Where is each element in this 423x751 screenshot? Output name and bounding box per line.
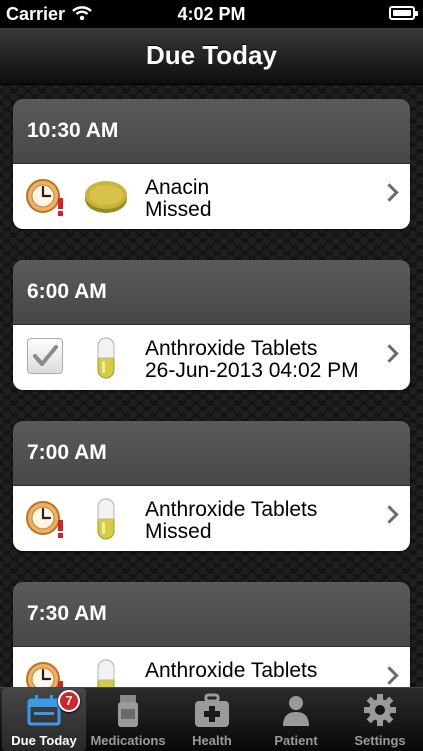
dose-taken-time: 26-Jun-2013 04:02 PM <box>145 359 359 382</box>
battery-icon <box>389 6 418 20</box>
dose-time: 7:30 AM <box>27 602 107 625</box>
tab-patient[interactable]: Patient <box>254 688 338 751</box>
tab-bar: 7 Due Today Medications Health Patient S… <box>0 687 423 751</box>
dose-time: 7:00 AM <box>27 441 107 464</box>
tab-settings[interactable]: Settings <box>338 688 422 751</box>
tab-label: Health <box>192 733 232 748</box>
medication-name: Anthroxide Tablets <box>145 498 318 521</box>
dose-card: 7:30 AM Anthroxide Tablets <box>13 582 410 687</box>
dose-time-header: 7:30 AM <box>13 582 410 647</box>
first-aid-kit-icon <box>192 692 232 728</box>
pill-bottle-icon <box>108 692 148 728</box>
page-title: Due Today <box>146 40 277 70</box>
dose-time: 6:00 AM <box>27 280 107 303</box>
tab-label: Settings <box>354 733 406 748</box>
missed-clock-icon <box>25 176 67 218</box>
tablet-icon <box>83 174 129 220</box>
dose-info: Anthroxide Tablets 26-Jun-2013 04:02 PM <box>145 338 359 382</box>
chevron-right-icon <box>380 183 399 202</box>
tab-label: Patient <box>274 733 318 748</box>
dose-row[interactable]: Anacin Missed <box>13 164 410 229</box>
dose-status: Missed <box>145 198 212 221</box>
dose-row[interactable]: Anthroxide Tablets <box>13 647 410 687</box>
chevron-right-icon <box>380 666 399 685</box>
dose-info: Anthroxide Tablets Missed <box>145 499 317 543</box>
missed-clock-icon <box>25 659 67 687</box>
dose-status: Missed <box>145 520 212 543</box>
capsule-icon <box>83 335 129 381</box>
clock: 4:02 PM <box>177 4 246 24</box>
dose-time: 10:30 AM <box>27 119 119 142</box>
dose-time-header: 10:30 AM <box>13 99 410 164</box>
person-icon <box>276 692 316 728</box>
chevron-right-icon <box>380 505 399 524</box>
dose-row[interactable]: Anthroxide Tablets Missed <box>13 486 410 551</box>
dose-card: 6:00 AM Anthroxide Tablets 26-Jun-2013 0… <box>13 260 410 390</box>
due-count-badge: 7 <box>58 690 80 712</box>
dose-info: Anacin Missed <box>145 177 212 221</box>
capsule-icon <box>83 657 129 687</box>
chevron-right-icon <box>380 344 399 363</box>
checkbox-checked-icon[interactable] <box>27 338 63 374</box>
dose-card: 7:00 AM Anthroxide Tablets Missed <box>13 421 410 551</box>
capsule-icon <box>83 496 129 542</box>
dose-card: 10:30 AM Anacin Missed <box>13 99 410 229</box>
tab-medications[interactable]: Medications <box>86 688 170 751</box>
status-bar: Carrier 4:02 PM <box>0 0 423 28</box>
dose-time-header: 6:00 AM <box>13 260 410 325</box>
tab-health[interactable]: Health <box>170 688 254 751</box>
medication-name: Anthroxide Tablets <box>145 337 318 360</box>
tab-label: Due Today <box>11 733 77 748</box>
dose-row[interactable]: Anthroxide Tablets 26-Jun-2013 04:02 PM <box>13 325 410 390</box>
medication-name: Anacin <box>145 176 210 199</box>
missed-clock-icon <box>25 498 67 540</box>
due-list[interactable]: 10:30 AM Anacin Missed 6:00 AM Anthroxid… <box>0 85 423 687</box>
medication-name: Anthroxide Tablets <box>145 659 318 682</box>
gear-icon <box>360 692 400 728</box>
tab-label: Medications <box>90 733 166 748</box>
tab-due-today[interactable]: 7 Due Today <box>2 688 86 751</box>
dose-time-header: 7:00 AM <box>13 421 410 486</box>
dose-info: Anthroxide Tablets <box>145 660 317 682</box>
navigation-bar: Due Today <box>0 28 423 85</box>
